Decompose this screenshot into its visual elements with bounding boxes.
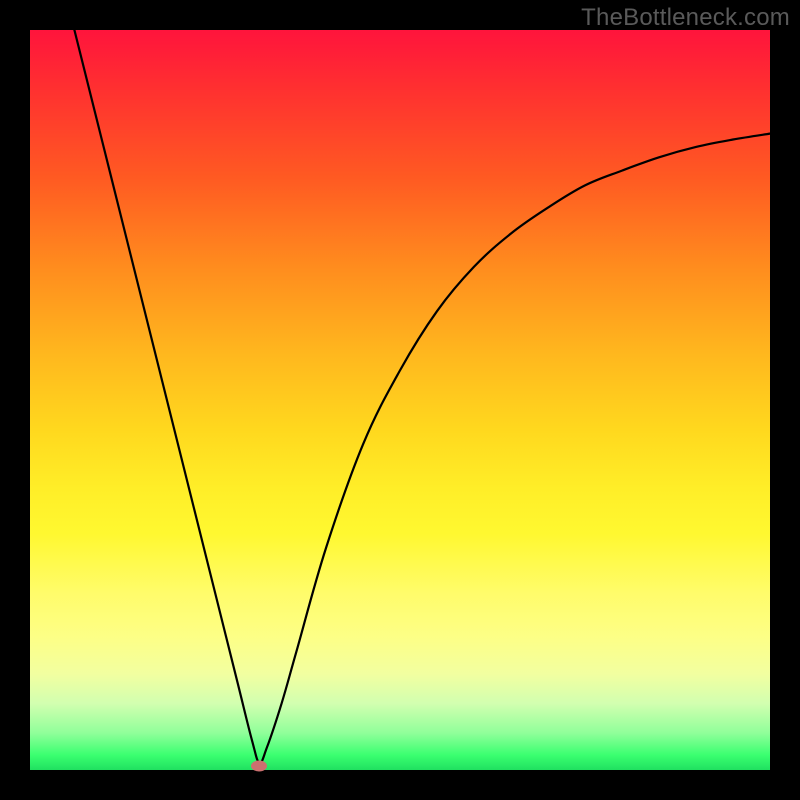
curve-svg: [30, 30, 770, 770]
plot-area: [30, 30, 770, 770]
minimum-marker: [251, 761, 267, 772]
bottleneck-curve: [74, 30, 770, 763]
watermark-text: TheBottleneck.com: [581, 4, 790, 32]
chart-frame: TheBottleneck.com: [0, 0, 800, 800]
